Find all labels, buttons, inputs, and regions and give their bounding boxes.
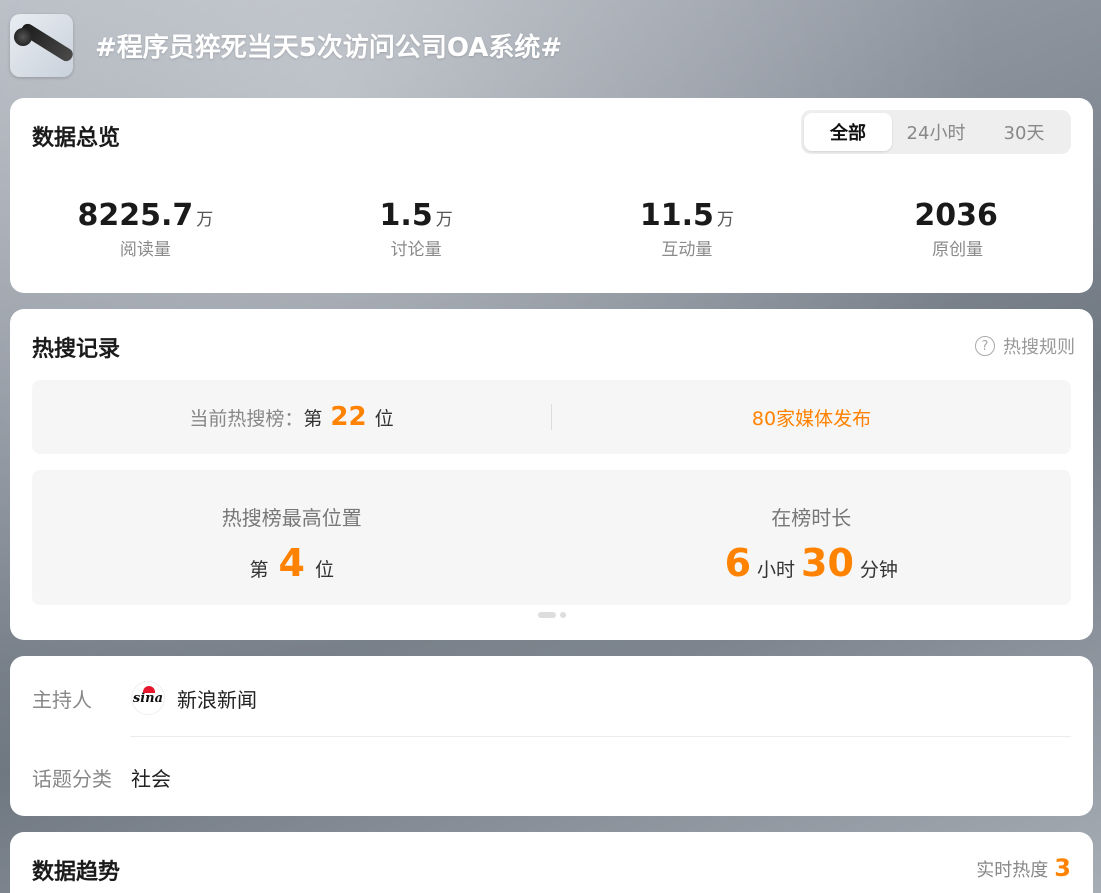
duration-label: 在榜时长 (771, 506, 852, 530)
realtime-heat: 实时热度 3 (976, 854, 1071, 882)
question-icon: ? (975, 336, 995, 356)
current-rank-suffix: 位 (374, 407, 394, 430)
duration-hours: 6 (724, 541, 752, 585)
tab-all[interactable]: 全部 (804, 113, 892, 151)
topic-title: #程序员猝死当天5次访问公司OA系统# (95, 32, 563, 63)
stat-unit: 万 (435, 210, 453, 230)
topic-thumbnail (10, 13, 73, 77)
divider (130, 736, 1071, 737)
stat-value: 2036 (914, 198, 998, 233)
host-row: 主持人 sina 新浪新闻 (32, 678, 1071, 718)
hot-search-title: 热搜记录 (32, 337, 121, 362)
category-row: 话题分类 社会 (32, 757, 1071, 797)
peak-suffix: 位 (314, 559, 334, 581)
stat-interactions: 11.5 万 互动量 (552, 198, 823, 260)
stats-row: 8225.7 万 阅读量 1.5 万 讨论量 11.5 万 互动量 2036 原创量 (10, 198, 1093, 260)
trend-title: 数据趋势 (32, 860, 121, 885)
peak-position: 热搜榜最高位置 第 4 位 (32, 470, 552, 605)
host-label: 主持人 (32, 687, 92, 712)
stat-label: 阅读量 (119, 240, 171, 260)
stat-value: 11.5 (639, 198, 714, 233)
media-publish-link[interactable]: 80家媒体发布 (552, 404, 1071, 431)
topic-info-card: 主持人 sina 新浪新闻 话题分类 社会 (10, 656, 1093, 816)
stat-label: 互动量 (661, 240, 713, 260)
carousel-dot[interactable] (537, 612, 556, 618)
stat-value: 1.5 (379, 198, 433, 233)
stat-unit: 万 (716, 210, 734, 230)
hours-unit: 小时 (757, 559, 796, 581)
peak-position-label: 热搜榜最高位置 (221, 506, 362, 530)
hot-search-card: 热搜记录 ? 热搜规则 当前热搜榜： 第 22 位 80家媒体发布 热搜榜最高位… (10, 309, 1093, 640)
host-value[interactable]: sina 新浪新闻 (131, 681, 257, 715)
overview-title: 数据总览 (32, 126, 121, 151)
data-trend-card: 数据趋势 实时热度 3 (10, 832, 1093, 893)
realtime-value: 3 (1054, 854, 1071, 882)
peak-rank-number: 4 (278, 541, 305, 585)
host-name: 新浪新闻 (177, 687, 257, 712)
peak-stats-panel: 热搜榜最高位置 第 4 位 在榜时长 6 小时 30 分钟 (32, 470, 1071, 605)
current-rank-prefix: 第 (303, 407, 323, 430)
tab-30d[interactable]: 30天 (980, 113, 1068, 151)
stat-discussions: 1.5 万 讨论量 (281, 198, 552, 260)
current-rank-bar: 当前热搜榜： 第 22 位 80家媒体发布 (32, 380, 1071, 454)
peak-prefix: 第 (249, 559, 269, 581)
hot-search-rules-link[interactable]: ? 热搜规则 (975, 333, 1075, 359)
overview-card: 数据总览 全部 24小时 30天 8225.7 万 阅读量 1.5 万 讨论量 11… (10, 98, 1093, 293)
current-rank-label: 当前热搜榜： (189, 407, 304, 430)
stat-originals: 2036 原创量 (822, 198, 1093, 260)
current-rank-number: 22 (330, 402, 367, 432)
duration-minutes: 30 (801, 541, 854, 585)
category-label: 话题分类 (32, 766, 112, 791)
minutes-unit: 分钟 (859, 559, 898, 581)
topic-header: #程序员猝死当天5次访问公司OA系统# (10, 13, 1091, 77)
stat-reads: 8225.7 万 阅读量 (10, 198, 281, 260)
rules-label: 热搜规则 (1003, 337, 1075, 358)
stat-label: 讨论量 (390, 240, 442, 260)
realtime-label: 实时热度 (976, 860, 1049, 881)
sina-logo-icon: sina (131, 681, 165, 715)
stat-label: 原创量 (932, 240, 984, 260)
time-range-segmented-control: 全部 24小时 30天 (801, 110, 1071, 154)
current-rank: 当前热搜榜： 第 22 位 (32, 402, 551, 432)
on-list-duration: 在榜时长 6 小时 30 分钟 (552, 470, 1072, 605)
tab-24h[interactable]: 24小时 (892, 113, 980, 151)
stat-value: 8225.7 (77, 198, 194, 233)
category-value: 社会 (131, 766, 171, 791)
stat-unit: 万 (196, 210, 214, 230)
carousel-dot[interactable] (559, 612, 566, 618)
carousel-indicator (10, 612, 1093, 618)
